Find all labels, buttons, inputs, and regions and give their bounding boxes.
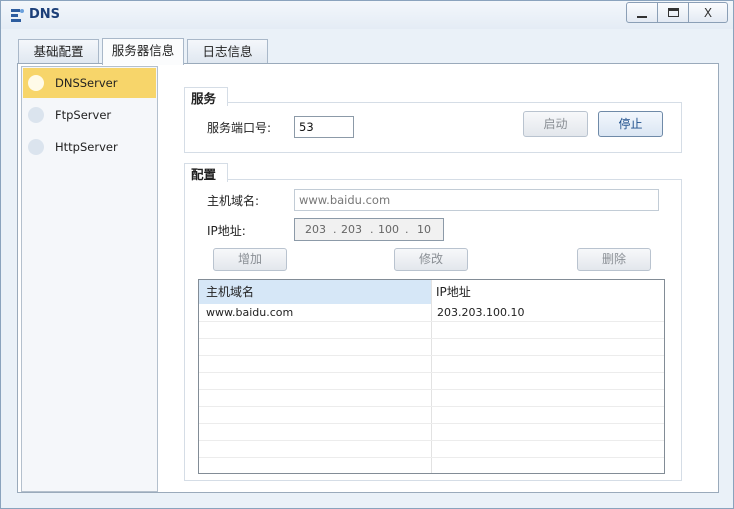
port-input[interactable]: 53 <box>294 116 354 138</box>
title-bar[interactable]: DNS X <box>1 1 733 29</box>
close-icon: X <box>703 5 713 20</box>
start-button[interactable]: 启动 <box>523 111 588 137</box>
server-item-dns[interactable]: DNSServer <box>23 68 156 98</box>
port-label: 服务端口号: <box>207 121 272 135</box>
tab-basic-config[interactable]: 基础配置 <box>18 39 99 64</box>
table-row[interactable]: www.baidu.com 203.203.100.10 <box>199 305 664 322</box>
table-row-empty <box>199 407 664 424</box>
server-list: DNSServer FtpServer HttpServer <box>21 66 158 492</box>
ip-octet-1: 203 <box>305 223 326 236</box>
table-row-empty <box>199 322 664 339</box>
server-status-icon <box>28 75 44 91</box>
service-group-title: 服务 <box>184 87 228 106</box>
server-item-label: HttpServer <box>55 140 118 154</box>
ip-octet-3: 100 <box>378 223 399 236</box>
server-status-icon <box>28 139 44 155</box>
column-header-domain[interactable]: 主机域名 <box>199 280 431 304</box>
domain-label: 主机域名: <box>207 194 260 208</box>
table-row-empty <box>199 356 664 373</box>
tab-server-info[interactable]: 服务器信息 <box>102 38 184 65</box>
server-status-icon <box>28 107 44 123</box>
window-title: DNS <box>29 7 61 22</box>
server-item-ftp[interactable]: FtpServer <box>23 100 156 130</box>
ip-octet-2: 203 <box>341 223 362 236</box>
modify-button[interactable]: 修改 <box>394 248 468 271</box>
dns-window: DNS X 基础配置 服务器信息 日志信息 DNSServer FtpServe… <box>0 0 734 509</box>
tab-log-info[interactable]: 日志信息 <box>187 39 268 64</box>
table-row-empty <box>199 424 664 441</box>
close-button[interactable]: X <box>688 2 728 23</box>
table-row-empty <box>199 373 664 390</box>
stop-button[interactable]: 停止 <box>598 111 663 137</box>
dns-app-icon <box>11 9 24 22</box>
add-button[interactable]: 增加 <box>213 248 287 271</box>
server-item-label: DNSServer <box>55 76 118 90</box>
table-row-empty <box>199 339 664 356</box>
maximize-button[interactable] <box>657 2 689 23</box>
ip-address-input[interactable]: 203 . 203 . 100 . 10 <box>294 218 444 241</box>
table-row-empty <box>199 441 664 458</box>
minimize-icon <box>637 15 647 18</box>
ip-label: IP地址: <box>207 224 246 238</box>
delete-button[interactable]: 删除 <box>577 248 651 271</box>
column-header-ip[interactable]: IP地址 <box>431 280 664 304</box>
ip-octet-4: 10 <box>417 223 431 236</box>
server-item-label: FtpServer <box>55 108 112 122</box>
domain-input[interactable]: www.baidu.com <box>294 189 659 211</box>
table-cell-ip: 203.203.100.10 <box>437 306 525 319</box>
server-item-http[interactable]: HttpServer <box>23 132 156 162</box>
dns-records-table[interactable]: 主机域名 IP地址 www.baidu.com 203.203.100.10 <box>198 279 665 474</box>
maximize-icon <box>667 8 679 17</box>
table-cell-domain: www.baidu.com <box>206 306 294 319</box>
minimize-button[interactable] <box>626 2 658 23</box>
table-row-empty <box>199 390 664 407</box>
config-group-title: 配置 <box>184 163 228 182</box>
